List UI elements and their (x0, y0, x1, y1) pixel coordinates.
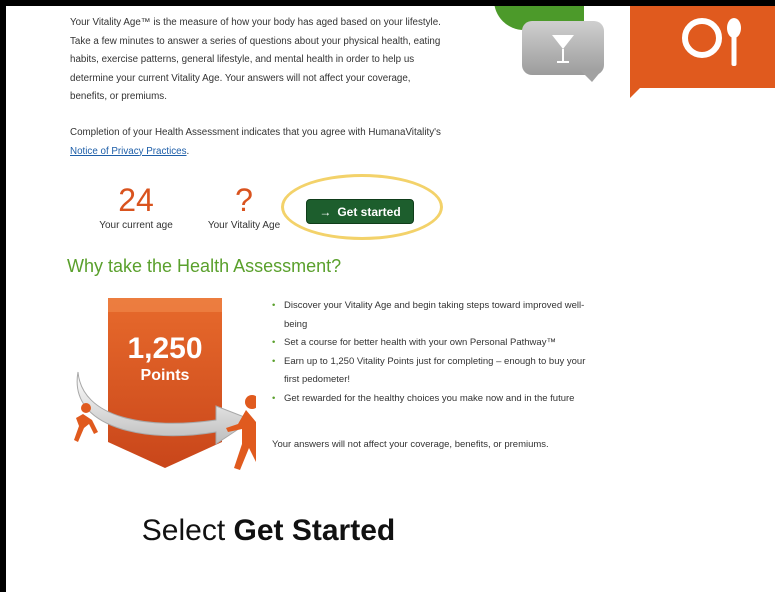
privacy-notice-link[interactable]: Notice of Privacy Practices (70, 146, 187, 157)
benefit-text: Discover your Vitality Age and begin tak… (284, 300, 585, 330)
get-started-label: Get started (337, 204, 401, 219)
consent-suffix: . (186, 145, 190, 157)
cocktail-glass-icon (552, 35, 574, 63)
bullet-dot-icon: • (272, 300, 276, 311)
vitality-age-value: ? (235, 182, 253, 218)
current-age-value: 24 (118, 182, 154, 218)
caption-prefix: Select (141, 514, 234, 547)
points-badge-graphic: 1,250 Points (74, 298, 259, 470)
orange-bubble-tail (630, 80, 648, 98)
benefit-item: • Earn up to 1,250 Vitality Points just f… (272, 353, 592, 390)
points-label: Points (141, 367, 190, 384)
answers-note: Your answers will not affect your covera… (272, 439, 549, 450)
arrow-right-icon: → (319, 204, 332, 219)
points-value: 1,250 (127, 332, 202, 365)
vitality-age-intro: Your Vitality Age™ is the measure of how… (70, 17, 441, 102)
consent-text: Completion of your Health Assessment ind… (70, 127, 441, 138)
current-age-block: 24 Your current age (86, 182, 186, 231)
instruction-caption: Select Get Started (6, 514, 531, 548)
plate-fork-knife-icon (682, 18, 741, 66)
benefit-text: Get rewarded for the healthy choices you… (284, 392, 575, 404)
benefit-text: Set a course for better health with your… (284, 337, 556, 348)
screenshot-frame: Your Vitality Age™ is the measure of how… (6, 6, 775, 592)
benefit-item: • Get rewarded for the healthy choices yo… (272, 390, 592, 409)
benefits-list: • Discover your Vitality Age and begin ta… (272, 297, 592, 408)
benefit-item: • Set a course for better health with you… (272, 334, 592, 353)
privacy-consent: Completion of your Health Assessment ind… (70, 124, 442, 161)
vitality-age-block: ? Your Vitality Age (200, 182, 288, 231)
gray-speech-bubble (522, 21, 604, 75)
bullet-dot-icon: • (272, 355, 276, 367)
current-age-label: Your current age (99, 220, 173, 231)
orange-speech-bubble (630, 6, 775, 88)
benefit-text: Earn up to 1,250 Vitality Points just fo… (284, 355, 586, 386)
why-take-assessment-heading: Why take the Health Assessment? (67, 256, 342, 276)
bullet-dot-icon: • (272, 392, 276, 404)
points-badge-illustration: 1,250 Points (66, 292, 259, 482)
get-started-button[interactable]: → Get started (306, 199, 414, 224)
vitality-age-label: Your Vitality Age (207, 220, 281, 231)
bullet-dot-icon: • (272, 337, 276, 348)
benefit-item: • Discover your Vitality Age and begin ta… (272, 297, 592, 334)
caption-bold: Get Started (233, 514, 396, 547)
gray-bubble-tail (580, 70, 602, 82)
